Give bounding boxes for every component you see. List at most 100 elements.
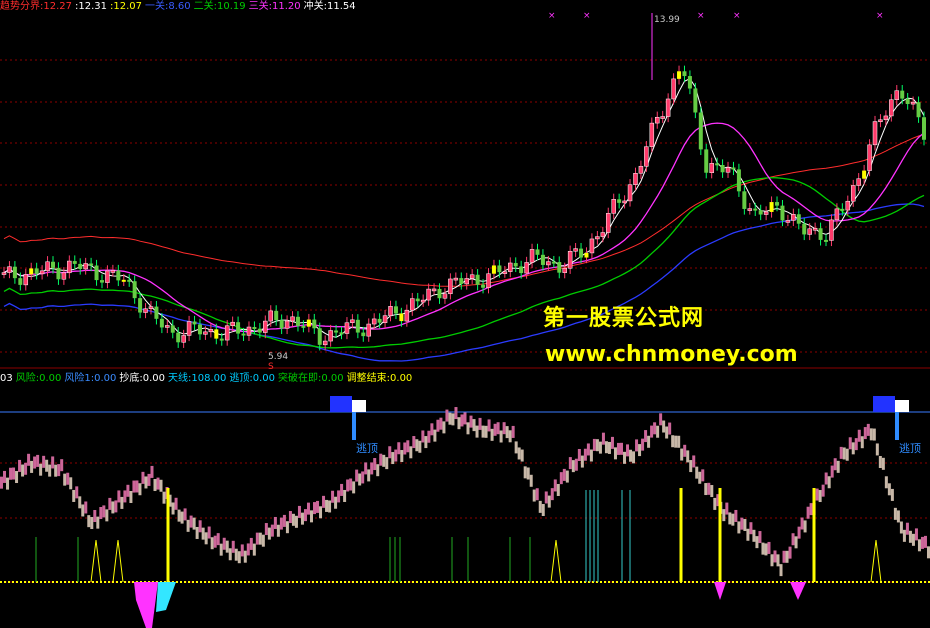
oscillator-bar xyxy=(72,489,76,502)
kline-chart-canvas[interactable]: × × × × × S 逃顶 逃顶 xyxy=(0,0,930,628)
oscillator-bar xyxy=(520,449,524,462)
oscillator-bar xyxy=(758,531,762,544)
candle-body xyxy=(747,208,753,211)
candle-body xyxy=(481,284,486,288)
candle-body xyxy=(513,262,518,267)
oscillator-bar xyxy=(604,441,608,454)
oscillator-bar xyxy=(144,476,148,489)
candle-body xyxy=(546,261,551,266)
oscillator-bar xyxy=(833,458,837,471)
candle-body xyxy=(426,288,431,301)
oscillator-bar xyxy=(6,477,10,490)
oscillator-bar xyxy=(526,467,530,480)
oscillator-bar xyxy=(300,512,304,525)
candle-body xyxy=(127,279,132,282)
oscillator-bar xyxy=(610,436,614,449)
oscillator-bar xyxy=(364,462,368,475)
candle-body xyxy=(524,262,529,274)
candle-body xyxy=(410,298,415,311)
oscillator-bar xyxy=(701,469,705,482)
candle-body xyxy=(241,333,246,336)
oscillator-bar xyxy=(159,479,163,492)
oscillator-bar xyxy=(629,449,633,462)
oscillator-bar xyxy=(887,483,891,496)
oscillator-bar xyxy=(806,506,810,519)
oscillator-bar xyxy=(923,535,927,548)
candle-body xyxy=(627,184,633,202)
oscillator-bar xyxy=(243,550,247,563)
oscillator-bar xyxy=(204,532,208,545)
candle-body xyxy=(295,316,300,326)
candle-body xyxy=(698,112,703,150)
oscillator-bar xyxy=(195,526,199,539)
oscillator-bar xyxy=(189,515,193,528)
oscillator-bar xyxy=(60,459,64,472)
oscillator-bar xyxy=(288,511,292,524)
oscillator-bar xyxy=(782,550,786,563)
oscillator-bar xyxy=(90,517,94,530)
oscillator-bar xyxy=(818,490,822,503)
lower-legend-item-6: 突破在即:0.00 xyxy=(278,373,344,384)
candle-body xyxy=(67,260,72,274)
stock-chart-window[interactable]: 趋势分界:12.27:12.31:12.07 一关:8.60 二关:10.19 三关:… xyxy=(0,0,930,628)
oscillator-bar xyxy=(650,425,654,438)
candle-body xyxy=(665,98,671,117)
oscillator-bar xyxy=(466,422,470,435)
oscillator-bar xyxy=(845,448,849,461)
oscillator-bar xyxy=(424,436,428,449)
candle-body xyxy=(785,220,791,223)
oscillator-bar xyxy=(183,508,187,521)
oscillator-bar xyxy=(623,451,627,464)
candle-body xyxy=(872,121,878,146)
lower-legend-item-5: 逃顶:0.00 xyxy=(229,373,276,384)
bottom-zone-small-1 xyxy=(714,582,726,600)
oscillator-bar xyxy=(412,436,416,449)
candle-body xyxy=(644,146,649,167)
candle-body xyxy=(595,236,600,240)
oscillator-bar xyxy=(794,536,798,549)
candle-body xyxy=(720,165,725,173)
candle-body xyxy=(7,266,12,273)
oscillator-bar xyxy=(331,490,335,503)
oscillator-bar xyxy=(63,473,67,486)
oscillator-bar xyxy=(391,452,395,465)
oscillator-bar xyxy=(662,420,666,433)
candle-body xyxy=(579,248,584,258)
oscillator-bar xyxy=(752,529,756,542)
candle-body xyxy=(562,268,567,273)
oscillator-bar xyxy=(282,514,286,527)
oscillator-bar xyxy=(451,413,455,426)
oscillator-bar xyxy=(496,422,500,435)
candle-body xyxy=(252,327,257,330)
oscillator-bar xyxy=(285,521,289,534)
candle-body xyxy=(818,228,823,240)
oscillator-bar xyxy=(9,467,13,480)
oscillator-bar xyxy=(322,495,326,508)
oscillator-bar xyxy=(878,456,882,469)
candle-body xyxy=(99,280,104,283)
peak-marker-3: × xyxy=(733,11,741,21)
oscillator-bar xyxy=(689,460,693,473)
oscillator-bar xyxy=(291,513,295,526)
oscillator-bar xyxy=(728,512,732,525)
candle-body xyxy=(154,306,159,319)
oscillator-bar xyxy=(216,533,220,546)
top-zone-white-1 xyxy=(895,400,909,412)
oscillator-bar xyxy=(279,517,283,530)
yellow-triangle-3 xyxy=(870,539,882,583)
oscillator-bar xyxy=(842,447,846,460)
oscillator-bar xyxy=(24,462,28,475)
oscillator-bar xyxy=(680,448,684,461)
oscillator-bar xyxy=(114,500,118,513)
oscillator-bar xyxy=(499,430,503,443)
oscillator-bar xyxy=(276,524,280,537)
candle-body xyxy=(649,122,655,147)
oscillator-bar xyxy=(746,528,750,541)
oscillator-bar xyxy=(722,509,726,522)
candle-body xyxy=(312,319,317,329)
candle-body xyxy=(704,149,709,173)
oscillator-bar xyxy=(102,505,106,518)
candle-body xyxy=(715,163,720,166)
oscillator-bar xyxy=(481,425,485,438)
candle-body xyxy=(268,310,273,322)
